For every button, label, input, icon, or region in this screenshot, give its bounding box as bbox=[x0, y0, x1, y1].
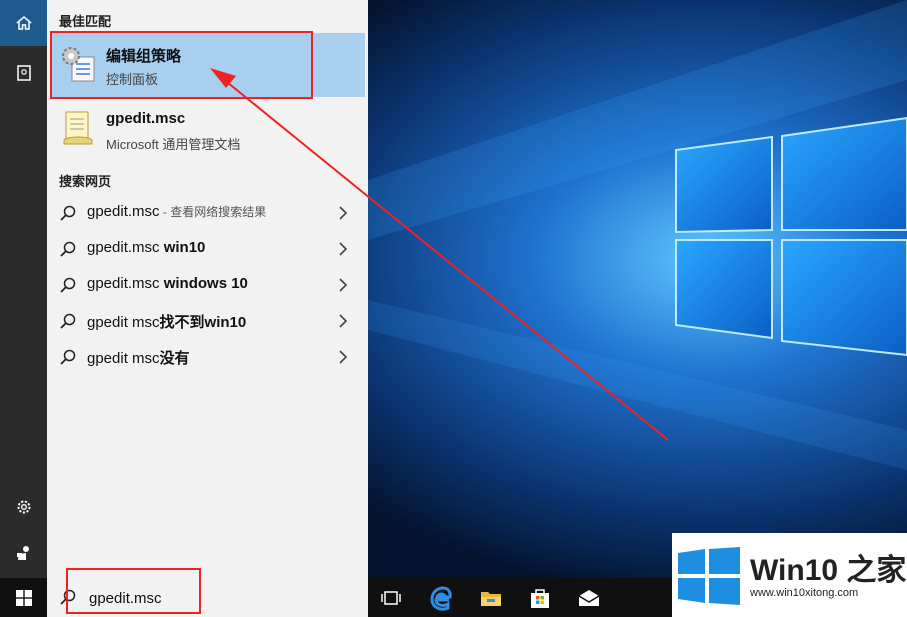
mail-icon[interactable] bbox=[576, 585, 602, 611]
start-left-rail bbox=[0, 0, 47, 578]
web-result-query: gpedit msc bbox=[87, 314, 160, 331]
task-view-icon[interactable] bbox=[378, 585, 404, 611]
windows-logo-icon bbox=[678, 547, 740, 605]
chevron-right-icon bbox=[339, 278, 348, 292]
web-result-suffix: win10 bbox=[163, 239, 206, 256]
win10-home-logo: Win10 之家 www.win10xitong.com bbox=[672, 533, 907, 617]
chevron-right-icon bbox=[339, 350, 348, 364]
logo-url-text: www.win10xitong.com bbox=[750, 587, 859, 599]
settings-button[interactable] bbox=[0, 484, 47, 530]
search-icon bbox=[60, 313, 76, 329]
search-icon bbox=[60, 205, 76, 221]
windows-start-icon bbox=[15, 589, 32, 606]
start-button[interactable] bbox=[0, 578, 47, 617]
search-icon bbox=[60, 349, 76, 365]
chevron-right-icon bbox=[339, 242, 348, 256]
web-result-row[interactable]: gpedit.msc windows 10 bbox=[47, 267, 368, 303]
documents-button[interactable] bbox=[0, 50, 47, 96]
web-result-suffix: 找不到win10 bbox=[159, 314, 247, 331]
chevron-right-icon bbox=[339, 206, 348, 220]
web-search-header: 搜索网页 bbox=[59, 174, 112, 189]
annotation-highlight-best-match bbox=[50, 31, 313, 99]
search-icon bbox=[60, 241, 76, 257]
web-result-hint: - 查看网络搜索结果 bbox=[159, 205, 267, 219]
file-explorer-icon[interactable] bbox=[478, 585, 504, 611]
store-icon[interactable] bbox=[527, 585, 553, 611]
msc-file-icon bbox=[63, 111, 93, 145]
edge-icon[interactable] bbox=[428, 585, 454, 611]
user-icon bbox=[16, 546, 29, 560]
home-button[interactable] bbox=[0, 0, 47, 46]
user-button[interactable] bbox=[0, 530, 47, 576]
document-icon bbox=[16, 65, 31, 81]
web-result-query: gpedit.msc bbox=[87, 239, 164, 256]
web-result-suffix: 没有 bbox=[159, 350, 190, 367]
gear-icon bbox=[17, 500, 30, 514]
web-result-query: gpedit.msc bbox=[87, 203, 160, 220]
file-result-subtitle: Microsoft 通用管理文档 bbox=[106, 137, 241, 152]
web-result-row[interactable]: gpedit msc找不到win10 bbox=[47, 303, 368, 339]
home-icon bbox=[16, 16, 31, 30]
file-result[interactable]: gpedit.msc Microsoft 通用管理文档 bbox=[50, 100, 365, 158]
annotation-highlight-search-box bbox=[66, 568, 201, 614]
best-match-header: 最佳匹配 bbox=[59, 14, 112, 29]
chevron-right-icon bbox=[339, 314, 348, 328]
web-result-query: gpedit msc bbox=[87, 350, 160, 367]
search-icon bbox=[60, 277, 76, 293]
web-result-row[interactable]: gpedit.msc win10 bbox=[47, 231, 368, 267]
logo-brand-text: Win10 之家 bbox=[750, 554, 907, 587]
web-result-query: gpedit.msc bbox=[87, 275, 164, 292]
web-result-row[interactable]: gpedit.msc - 查看网络搜索结果 bbox=[47, 195, 368, 231]
web-result-suffix: windows 10 bbox=[163, 275, 248, 292]
web-result-row[interactable]: gpedit msc没有 bbox=[47, 339, 368, 375]
file-result-title: gpedit.msc bbox=[106, 110, 186, 127]
